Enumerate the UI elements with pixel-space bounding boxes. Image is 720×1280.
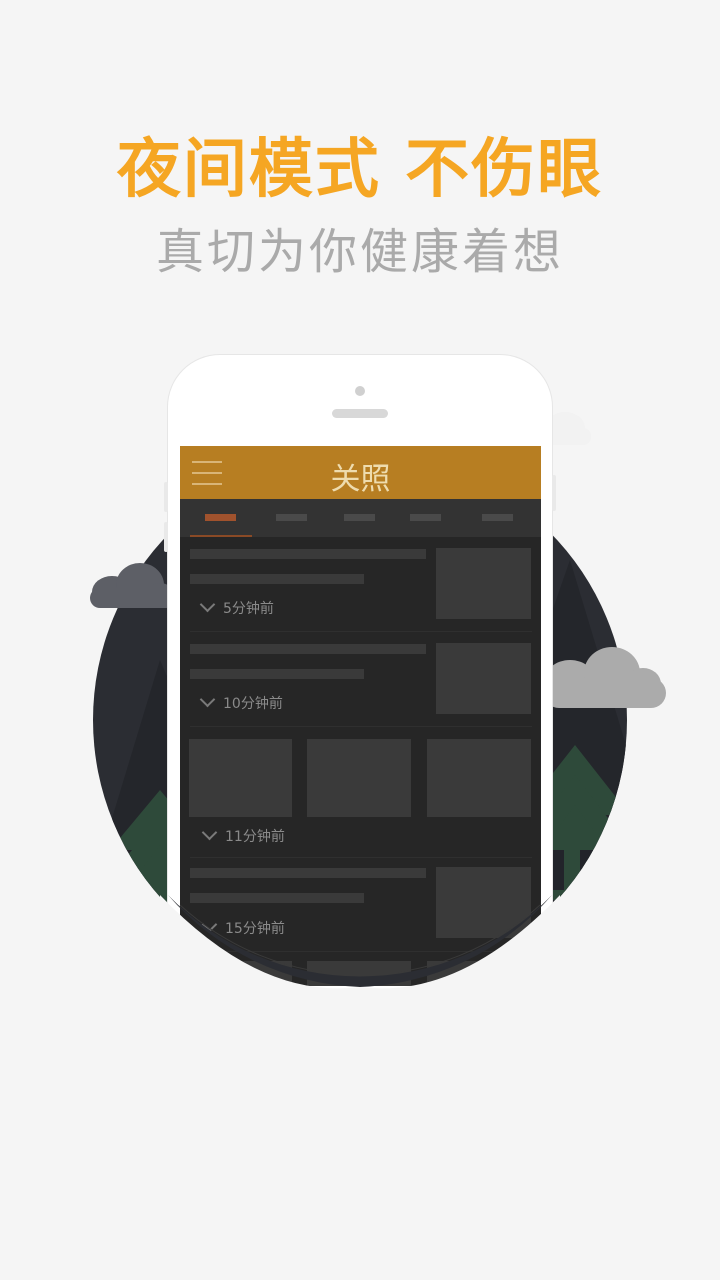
item-meta: 10分钟前	[198, 691, 283, 714]
thumbnail	[427, 961, 531, 986]
phone-screen: 关照 5分钟前 10分钟前 11分钟前 15分钟前	[180, 446, 541, 986]
thumbnail	[189, 961, 292, 986]
thumbnail	[427, 739, 531, 817]
thumbnail	[436, 867, 531, 938]
thumbnail	[436, 643, 531, 714]
title-placeholder	[190, 893, 364, 903]
tab-3[interactable]	[344, 514, 375, 521]
chevron-down-icon[interactable]	[199, 691, 216, 708]
tab-1[interactable]	[205, 514, 236, 521]
phone-side-button	[164, 482, 168, 512]
title-placeholder	[190, 669, 364, 679]
timestamp: 5分钟前	[223, 601, 274, 617]
phone-camera	[355, 386, 365, 396]
title-placeholder	[190, 574, 364, 584]
thumbnail	[307, 739, 411, 817]
divider	[190, 857, 532, 858]
phone-speaker	[332, 409, 388, 418]
phone-side-button	[552, 475, 556, 511]
thumbnail	[436, 548, 531, 619]
app-title: 关照	[330, 462, 391, 497]
chevron-down-icon[interactable]	[199, 596, 216, 613]
tab-4[interactable]	[410, 514, 441, 521]
phone-side-button	[164, 522, 168, 552]
timestamp: 15分钟前	[225, 921, 285, 937]
title-placeholder	[190, 549, 426, 559]
divider	[190, 951, 532, 952]
tab-2[interactable]	[276, 514, 307, 521]
title-placeholder	[190, 868, 426, 878]
divider	[190, 631, 532, 632]
thumbnail	[189, 739, 292, 817]
timestamp: 10分钟前	[223, 696, 283, 712]
tab-bar	[180, 499, 541, 537]
title-placeholder	[190, 644, 426, 654]
chevron-down-icon[interactable]	[201, 824, 218, 841]
tab-indicator	[190, 535, 252, 537]
timestamp: 11分钟前	[225, 829, 285, 845]
item-meta: 11分钟前	[200, 824, 285, 847]
app-bar: 关照	[180, 446, 541, 499]
phone-mockup: 关照 5分钟前 10分钟前 11分钟前 15分钟前	[168, 355, 552, 995]
thumbnail	[307, 961, 411, 986]
chevron-down-icon[interactable]	[201, 916, 218, 933]
item-meta: 5分钟前	[198, 596, 274, 619]
tab-5[interactable]	[482, 514, 513, 521]
divider	[190, 726, 532, 727]
item-meta: 15分钟前	[200, 916, 285, 939]
